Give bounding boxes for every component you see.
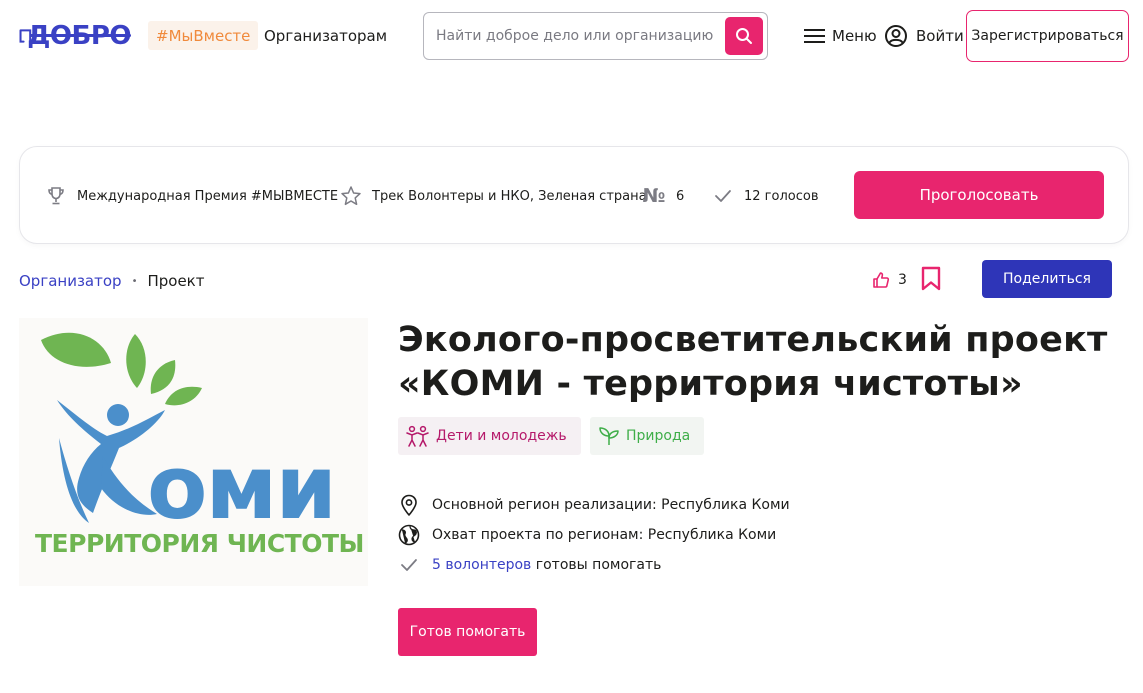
user-circle-icon xyxy=(885,25,907,47)
check-icon xyxy=(398,554,420,576)
bookmark-icon xyxy=(921,266,941,291)
globe-icon xyxy=(398,524,420,546)
logo-subtitle-text: ТЕРРИТОРИЯ ЧИСТОТЫ xyxy=(35,529,364,558)
breadcrumb-project: Проект xyxy=(147,272,205,290)
main-region-row: Основной регион реализации: Республика К… xyxy=(398,494,790,516)
thumbs-up-icon xyxy=(873,272,890,288)
search-input[interactable] xyxy=(436,28,726,44)
logo-underline xyxy=(30,34,131,37)
breadcrumb: Организатор • Проект xyxy=(19,268,204,294)
category-chip-children[interactable]: Дети и молодежь xyxy=(398,417,581,455)
category-label-children: Дети и молодежь xyxy=(436,428,567,444)
komi-logo-illustration: оми ТЕРРИТОРИЯ ЧИСТОТЫ xyxy=(35,332,364,558)
coverage-row: Охват проекта по регионам: Республика Ко… xyxy=(398,524,776,546)
check-icon xyxy=(712,185,734,207)
register-button[interactable]: Зарегистрироваться xyxy=(966,10,1129,62)
award-label: Международная Премия #МЫВМЕСТЕ xyxy=(77,188,339,204)
share-button[interactable]: Поделиться xyxy=(982,260,1112,298)
votes-info: 12 голосов xyxy=(712,185,818,207)
vote-card: Международная Премия #МЫВМЕСТЕ Трек Воло… xyxy=(19,146,1129,244)
location-pin-icon xyxy=(398,494,420,516)
like-button[interactable]: 3 xyxy=(872,268,907,292)
search-bar xyxy=(423,12,768,60)
trophy-icon xyxy=(45,185,67,207)
vote-button[interactable]: Проголосовать xyxy=(854,171,1104,219)
volunteers-suffix: готовы помогать xyxy=(531,557,662,573)
menu-button[interactable]: Меню xyxy=(804,22,877,50)
volunteers-row: 5 волонтеров готовы помогать xyxy=(398,554,661,576)
search-button[interactable] xyxy=(725,17,763,55)
menu-label: Меню xyxy=(832,27,877,45)
likes-count: 3 xyxy=(898,272,907,288)
logo-word-text: оми xyxy=(147,436,335,539)
login-label: Войти xyxy=(916,27,964,45)
track-label: Трек Волонтеры и НКО, Зеленая страна xyxy=(372,188,647,204)
project-logo-image: оми ТЕРРИТОРИЯ ЧИСТОТЫ xyxy=(19,318,368,586)
organizers-link[interactable]: Организаторам xyxy=(264,21,387,50)
main-region-text: Основной регион реализации: Республика К… xyxy=(432,497,790,513)
login-button[interactable]: Войти xyxy=(884,22,964,50)
hamburger-icon xyxy=(804,29,825,43)
volunteers-link[interactable]: 5 волонтеров xyxy=(432,557,531,573)
project-title: Эколого-просветительский проект «КОМИ - … xyxy=(398,320,1108,404)
my-vmeste-tag-link[interactable]: #МыВместе xyxy=(148,21,259,50)
sprout-icon xyxy=(599,427,619,445)
search-icon xyxy=(736,28,752,44)
votes-count: 12 голосов xyxy=(744,188,819,204)
breadcrumb-separator: • xyxy=(131,275,138,287)
number-sign-icon: № xyxy=(642,185,666,207)
star-icon xyxy=(340,185,362,207)
number-value: 6 xyxy=(676,188,685,204)
category-label-nature: Природа xyxy=(626,428,691,444)
children-icon xyxy=(406,425,429,447)
coverage-text: Охват проекта по регионам: Республика Ко… xyxy=(432,527,777,543)
category-chip-nature[interactable]: Природа xyxy=(590,417,705,455)
award-info: Международная Премия #МЫВМЕСТЕ xyxy=(45,185,338,207)
number-info: № 6 xyxy=(642,185,685,207)
breadcrumb-organizer-link[interactable]: Организатор xyxy=(19,272,122,290)
track-info: Трек Волонтеры и НКО, Зеленая страна xyxy=(340,185,647,207)
bookmark-button[interactable] xyxy=(920,266,942,292)
ready-to-help-button[interactable]: Готов помогать xyxy=(398,608,537,656)
